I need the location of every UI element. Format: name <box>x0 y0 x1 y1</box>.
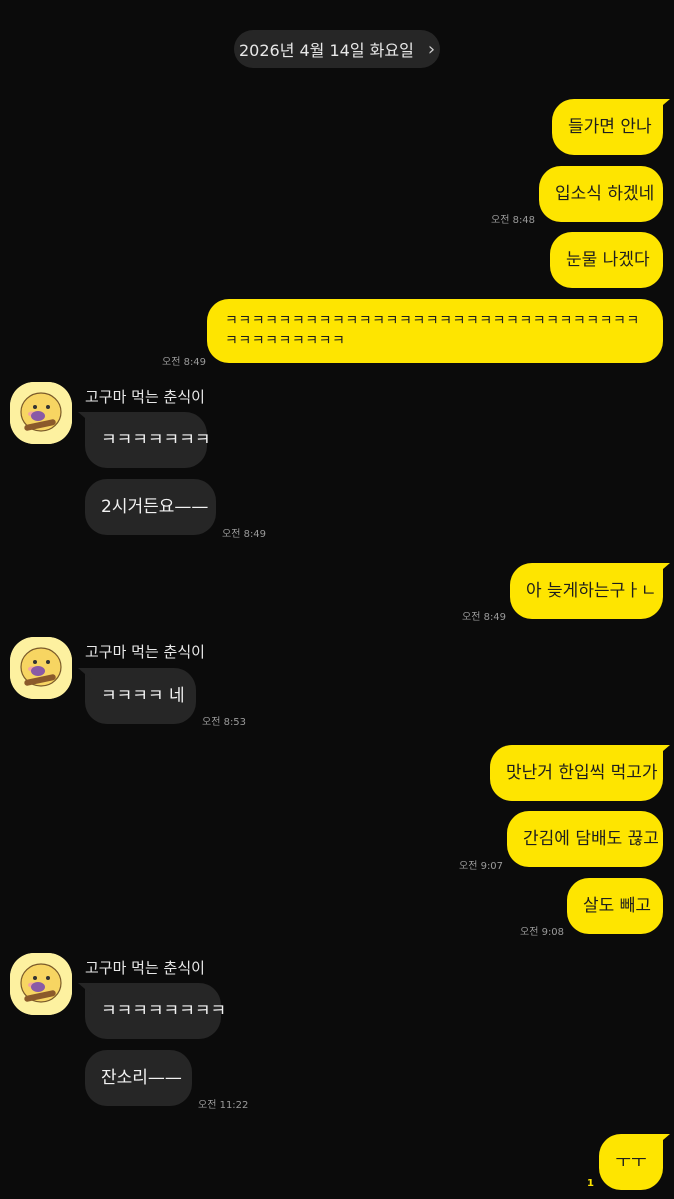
message-bubble-outgoing[interactable]: 살도 빼고 <box>567 878 663 934</box>
message-bubble-outgoing[interactable]: ㅜㅜ <box>599 1134 670 1190</box>
message-text: 맛난거 한입씩 먹고가 <box>506 763 658 783</box>
message-time: 오전 8:49 <box>162 357 207 368</box>
message-text: 잔소리—— <box>101 1068 182 1088</box>
message-text: ㅋㅋㅋㅋㅋㅋㅋㅋ <box>101 1001 227 1021</box>
chunsik-avatar-icon <box>10 953 72 1015</box>
message-bubble-outgoing[interactable]: 입소식 하겠네 <box>539 166 663 222</box>
message-text: ㅋㅋㅋㅋㅋㅋㅋ <box>101 430 211 450</box>
message-bubble-outgoing[interactable]: ㅋㅋㅋㅋㅋㅋㅋㅋㅋㅋㅋㅋㅋㅋㅋㅋㅋㅋㅋㅋㅋㅋㅋㅋㅋㅋㅋㅋㅋㅋㅋㅋㅋㅋㅋㅋㅋㅋㅋㅋ <box>207 299 663 363</box>
message-bubble-outgoing[interactable]: 간김에 담배도 끊고 <box>507 811 663 867</box>
message-text: 간김에 담배도 끊고 <box>523 829 659 849</box>
sender-name: 고구마 먹는 춘식이 <box>85 388 205 406</box>
message-text: 아 늦게하는구ㅏㄴ <box>526 581 657 601</box>
date-divider[interactable]: 2026년 4월 14일 화요일 › <box>234 30 440 68</box>
message-text: ㅜㅜ <box>615 1152 647 1172</box>
message-bubble-incoming[interactable]: ㅋㅋㅋㅋ 네 <box>78 668 196 724</box>
message-text: 입소식 하겠네 <box>555 184 655 204</box>
message-time: 오전 11:22 <box>198 1100 249 1111</box>
avatar[interactable] <box>10 637 72 699</box>
message-time: 오전 8:49 <box>462 612 507 623</box>
message-bubble-outgoing[interactable]: 아 늦게하는구ㅏㄴ <box>510 563 670 619</box>
message-text: 2시거든요—— <box>101 497 209 517</box>
avatar[interactable] <box>10 953 72 1015</box>
message-time: 오전 8:49 <box>222 529 267 540</box>
message-bubble-incoming[interactable]: 잔소리—— <box>85 1050 192 1106</box>
chevron-right-icon: › <box>427 38 436 60</box>
date-label: 2026년 4월 14일 화요일 <box>238 41 414 60</box>
message-bubble-incoming[interactable]: ㅋㅋㅋㅋㅋㅋㅋㅋ <box>78 983 226 1039</box>
chunsik-avatar-icon <box>10 637 72 699</box>
message-time: 오전 8:48 <box>491 215 536 226</box>
message-time: 오전 9:08 <box>520 927 565 938</box>
message-time: 오전 9:07 <box>459 861 504 872</box>
message-bubble-incoming[interactable]: 2시거든요—— <box>85 479 216 535</box>
sender-name: 고구마 먹는 춘식이 <box>85 643 205 661</box>
message-bubble-outgoing[interactable]: 맛난거 한입씩 먹고가 <box>490 745 670 801</box>
message-bubble-incoming[interactable]: ㅋㅋㅋㅋㅋㅋㅋ <box>78 412 211 468</box>
message-bubble-outgoing[interactable]: 들가면 안나 <box>552 99 670 155</box>
message-text: ㅋㅋㅋㅋ 네 <box>101 686 185 706</box>
chunsik-avatar-icon <box>10 382 72 444</box>
sender-name: 고구마 먹는 춘식이 <box>85 959 205 977</box>
message-text: 눈물 나겠다 <box>566 250 650 270</box>
message-bubble-outgoing[interactable]: 눈물 나겠다 <box>550 232 663 288</box>
message-text: ㅋㅋㅋㅋㅋㅋㅋㅋㅋㅋㅋㅋㅋㅋㅋㅋㅋㅋㅋㅋㅋㅋㅋㅋㅋㅋㅋㅋㅋㅋㅋㅋㅋㅋㅋㅋㅋㅋㅋㅋ <box>225 313 640 349</box>
avatar[interactable] <box>10 382 72 444</box>
message-text: 살도 빼고 <box>583 896 651 916</box>
message-text: 들가면 안나 <box>568 117 652 137</box>
unread-count: 1 <box>587 1178 594 1189</box>
message-time: 오전 8:53 <box>202 717 247 728</box>
